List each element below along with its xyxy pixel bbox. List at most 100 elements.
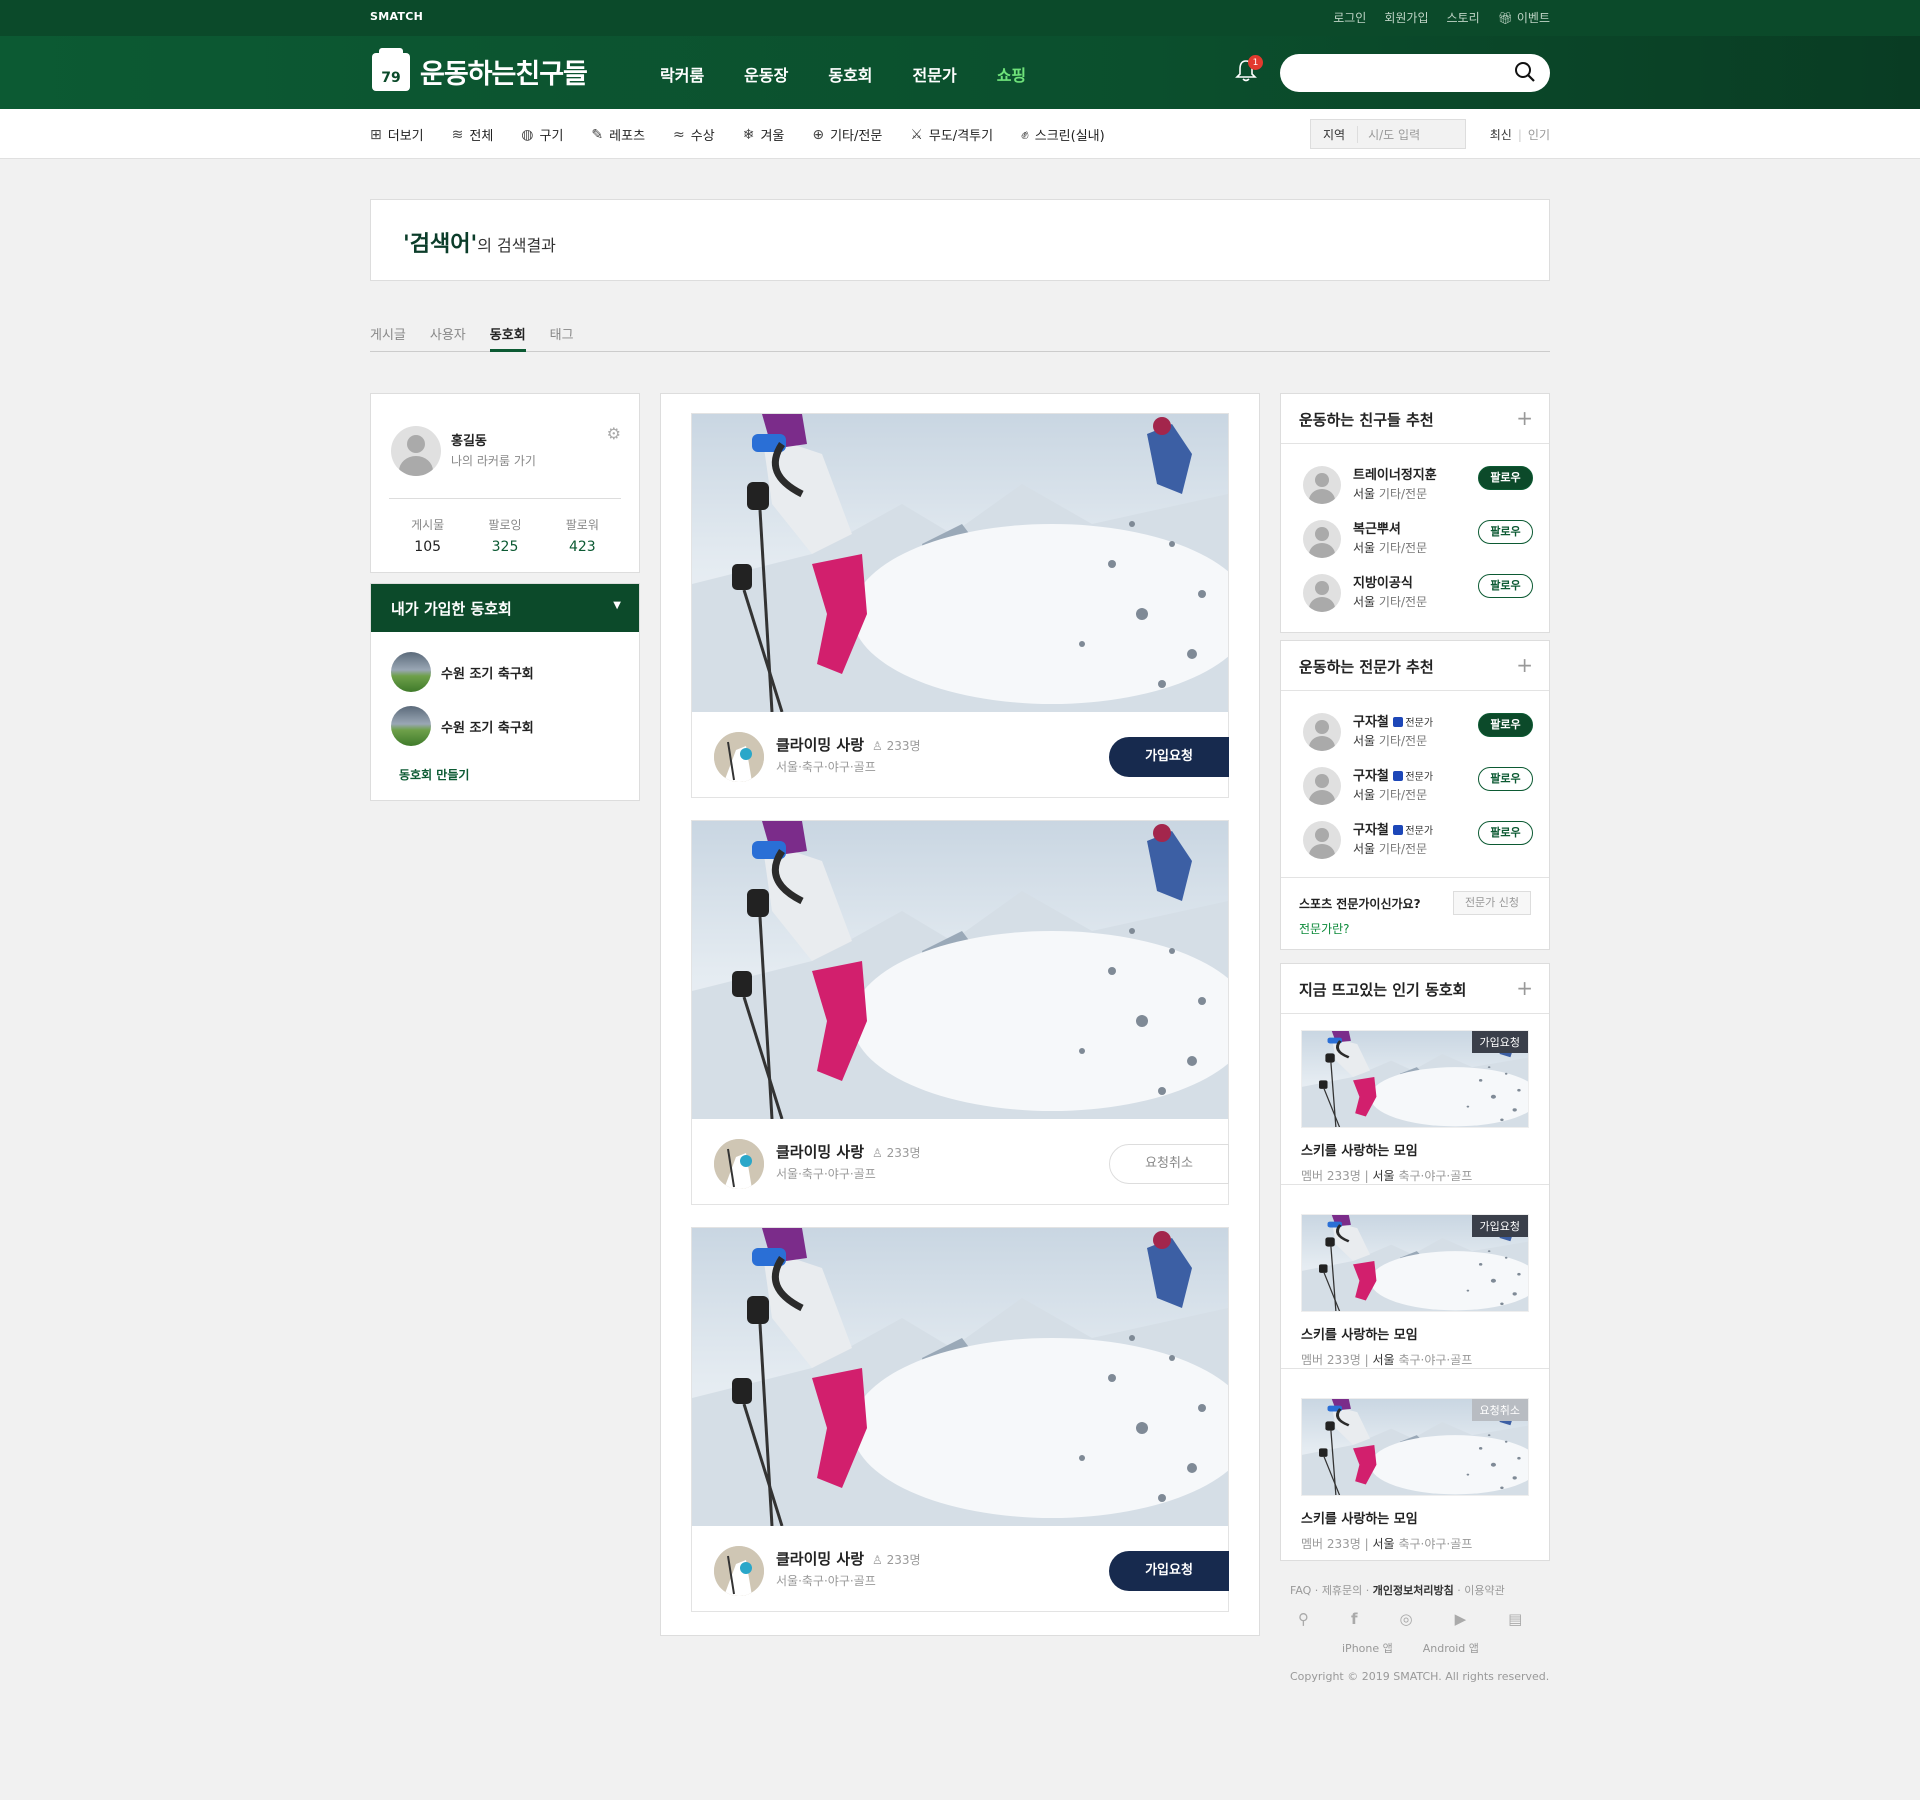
signup-link[interactable]: 회원가입 [1384, 9, 1428, 26]
cancel-request-button[interactable]: 요청취소 [1109, 1144, 1229, 1184]
follow-button[interactable]: 팔로우 [1478, 713, 1533, 737]
nav-shopping[interactable]: 쇼핑 [997, 62, 1026, 86]
tab-clubs[interactable]: 동호회 [489, 324, 526, 352]
terms-link[interactable]: 이용약관 [1464, 1584, 1504, 1597]
avatar[interactable] [391, 426, 441, 476]
expert-apply-button[interactable]: 전문가 신청 [1453, 891, 1531, 915]
create-club-link[interactable]: 동호회 만들기 [399, 766, 469, 783]
sort-popular[interactable]: 인기 [1528, 128, 1550, 142]
region-input[interactable]: 시/도 입력 [1358, 126, 1420, 143]
brand-name[interactable]: SMATCH [370, 10, 423, 23]
nav-playground[interactable]: 운동장 [744, 62, 788, 86]
tab-tags[interactable]: 태그 [550, 324, 574, 351]
privacy-link[interactable]: 개인정보처리방침 [1373, 1584, 1454, 1597]
follow-button[interactable]: 팔로우 [1478, 466, 1533, 490]
club-info: 클라이밍 사랑 ♙ 233명 서울·축구·야구·골프 요청취소 [692, 1119, 1229, 1205]
notification-bell-icon[interactable]: 1 [1235, 55, 1263, 83]
club-card[interactable]: 클라이밍 사랑 ♙ 233명 서울·축구·야구·골프 가입요청 [691, 413, 1229, 798]
hot-club-status-label[interactable]: 요청취소 [1471, 1399, 1528, 1421]
event-link[interactable]: 🎁︎ 이벤트 [1498, 9, 1550, 26]
region-filter[interactable]: 지역 시/도 입력 [1310, 119, 1466, 149]
hot-club-item[interactable]: 가입요청 스키를 사랑하는 모임 멤버 233명 | 서울 축구·야구·골프 [1301, 1214, 1531, 1368]
my-club-item[interactable]: 수원 조기 축구회 [391, 706, 534, 746]
user-city: 서울 [1353, 541, 1376, 555]
sort-latest[interactable]: 최신 [1490, 128, 1512, 142]
my-club-item[interactable]: 수원 조기 축구회 [391, 652, 534, 692]
category-winter[interactable]: ❄ 겨울 [743, 125, 785, 145]
faq-link[interactable]: FAQ [1290, 1584, 1311, 1597]
divider [389, 498, 621, 499]
stat-following[interactable]: 팔로잉 325 [466, 516, 543, 555]
category-etc[interactable]: ⊕ 기타/전문 [812, 125, 882, 145]
search-icon[interactable] [1514, 61, 1536, 83]
youtube-icon[interactable]: ▶ [1455, 1610, 1467, 1628]
partnership-link[interactable]: 제휴문의 [1322, 1584, 1362, 1597]
club-card[interactable]: 클라이밍 사랑 ♙ 233명 서울·축구·야구·골프 요청취소 [691, 820, 1229, 1205]
recommend-user[interactable]: 지방이공식 서울 기타/전문 팔로우 [1303, 570, 1533, 614]
club-title: 클라이밍 사랑 ♙ 233명 [776, 734, 921, 755]
facebook-icon[interactable]: f [1351, 1610, 1358, 1628]
stat-posts[interactable]: 게시물 105 [389, 516, 466, 555]
recommend-expert[interactable]: 구자철 전문가 서울 기타/전문 팔로우 [1303, 709, 1533, 753]
user-region: 서울 기타/전문 [1353, 539, 1427, 556]
plus-icon[interactable]: + [1516, 976, 1533, 1000]
gear-icon[interactable]: ⚙ [607, 424, 621, 443]
profile-card: 홍길동 나의 라커룸 가기 ⚙ 게시물 105 팔로잉 325 팔로워 423 [370, 393, 640, 573]
nav-clubs[interactable]: 동호회 [828, 62, 872, 86]
club-cover-photo [692, 821, 1228, 1119]
hot-club-item[interactable]: 가입요청 스키를 사랑하는 모임 멤버 233명 | 서울 축구·야구·골프 [1301, 1030, 1531, 1184]
hot-club-status-label[interactable]: 가입요청 [1471, 1031, 1528, 1053]
recommend-user[interactable]: 복근뿌셔 서울 기타/전문 팔로우 [1303, 516, 1533, 560]
join-request-button[interactable]: 가입요청 [1109, 737, 1229, 777]
main-header: 79 운동하는친구들 락커룸 운동장 동호회 전문가 쇼핑 1 [0, 36, 1920, 109]
category-all[interactable]: ≋ 전체 [452, 125, 494, 145]
blog-pin-icon[interactable]: ⚲ [1298, 1610, 1309, 1628]
nav-lockerroom[interactable]: 락커룸 [660, 62, 704, 86]
follow-button[interactable]: 팔로우 [1478, 520, 1533, 544]
gift-icon: 🎁︎ [1497, 10, 1513, 25]
my-clubs-dropdown[interactable]: 내가 가입한 동호회 ▼ [371, 584, 639, 632]
expert-badge-text: 전문가 [1405, 718, 1434, 729]
blog-icon[interactable]: ▤ [1508, 1610, 1522, 1628]
user-region: 서울 기타/전문 [1353, 786, 1427, 803]
category-leisure[interactable]: ✎ 레포츠 [591, 125, 645, 145]
story-link[interactable]: 스토리 [1447, 9, 1480, 26]
instagram-icon[interactable]: ◎ [1400, 1610, 1413, 1628]
recommend-user[interactable]: 트레이너정지훈 서울 기타/전문 팔로우 [1303, 462, 1533, 506]
stat-followers[interactable]: 팔로워 423 [544, 516, 621, 555]
category-water[interactable]: ≈ 수상 [673, 125, 715, 145]
tab-posts[interactable]: 게시글 [370, 324, 406, 351]
club-card[interactable]: 클라이밍 사랑 ♙ 233명 서울·축구·야구·골프 가입요청 [691, 1227, 1229, 1612]
follow-button[interactable]: 팔로우 [1478, 767, 1533, 791]
follow-button[interactable]: 팔로우 [1478, 574, 1533, 598]
category-ball[interactable]: ◍ 구기 [521, 125, 563, 145]
login-link[interactable]: 로그인 [1333, 9, 1366, 26]
category-more[interactable]: ⊞ 더보기 [370, 125, 424, 145]
member-count: ♙ 233명 [872, 1146, 921, 1160]
plus-icon[interactable]: + [1516, 653, 1533, 677]
recommend-expert[interactable]: 구자철 전문가 서울 기타/전문 팔로우 [1303, 763, 1533, 807]
join-request-button[interactable]: 가입요청 [1109, 1551, 1229, 1591]
category-screen[interactable]: ✊︎ 스크린(실내) [1021, 125, 1105, 145]
follow-button[interactable]: 팔로우 [1478, 821, 1533, 845]
hot-club-item[interactable]: 요청취소 스키를 사랑하는 모임 멤버 233명 | 서울 축구·야구·골프 [1301, 1398, 1531, 1552]
panel-title: 운동하는 친구들 추천 [1299, 411, 1434, 429]
nav-experts[interactable]: 전문가 [913, 62, 957, 86]
plus-icon[interactable]: + [1516, 406, 1533, 430]
android-app-link[interactable]: Android 앱 [1423, 1640, 1479, 1656]
search-query: '검색어' [403, 232, 478, 257]
lockerroom-link[interactable]: 나의 라커룸 가기 [451, 452, 536, 469]
recommend-expert[interactable]: 구자철 전문가 서울 기타/전문 팔로우 [1303, 817, 1533, 861]
expert-badge-icon [1393, 825, 1404, 835]
iphone-app-link[interactable]: iPhone 앱 [1342, 1640, 1393, 1656]
what-is-expert-link[interactable]: 전문가란? [1299, 920, 1421, 937]
utility-links: 로그인 회원가입 스토리 🎁︎ 이벤트 [1333, 9, 1550, 26]
tab-users[interactable]: 사용자 [430, 324, 466, 351]
category-label: 수상 [690, 129, 715, 144]
stat-label: 팔로잉 [488, 518, 522, 532]
site-logo[interactable]: 79 운동하는친구들 [372, 47, 588, 91]
hot-club-status-label[interactable]: 가입요청 [1471, 1215, 1528, 1237]
search-input[interactable] [1280, 54, 1550, 92]
club-tags: 서울·축구·야구·골프 [776, 760, 876, 774]
category-martial[interactable]: ⚔ 무도/격투기 [910, 125, 993, 145]
